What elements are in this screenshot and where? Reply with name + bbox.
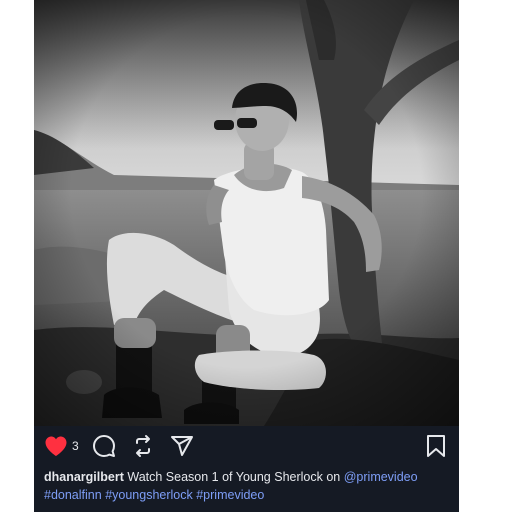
hashtag-link[interactable]: #youngsherlock — [105, 488, 193, 502]
action-bar: 3 — [34, 426, 459, 466]
post-caption: dhanargilbert Watch Season 1 of Young Sh… — [44, 468, 454, 504]
heart-icon — [45, 436, 67, 456]
bookmark-button[interactable] — [425, 434, 447, 458]
username-link[interactable]: dhanargilbert — [44, 470, 124, 484]
hashtag-link[interactable]: #donalfinn — [44, 488, 102, 502]
caption-text: Watch Season 1 of Young Sherlock on — [127, 470, 341, 484]
repost-icon — [136, 435, 150, 457]
post-card: 3 dhanargilbert Watch Season 1 of Young … — [34, 0, 459, 512]
comment-button[interactable] — [92, 434, 116, 458]
mention-link[interactable]: @primevideo — [344, 470, 418, 484]
like-count: 3 — [72, 439, 79, 453]
send-button[interactable] — [170, 434, 194, 458]
hashtag-link[interactable]: #primevideo — [196, 488, 264, 502]
like-button[interactable]: 3 — [44, 434, 79, 458]
paper-plane-icon — [171, 436, 193, 456]
comment-bubble-icon — [93, 435, 115, 457]
post-photo[interactable] — [34, 0, 459, 426]
share-button[interactable] — [131, 434, 155, 458]
bookmark-icon — [427, 435, 445, 457]
